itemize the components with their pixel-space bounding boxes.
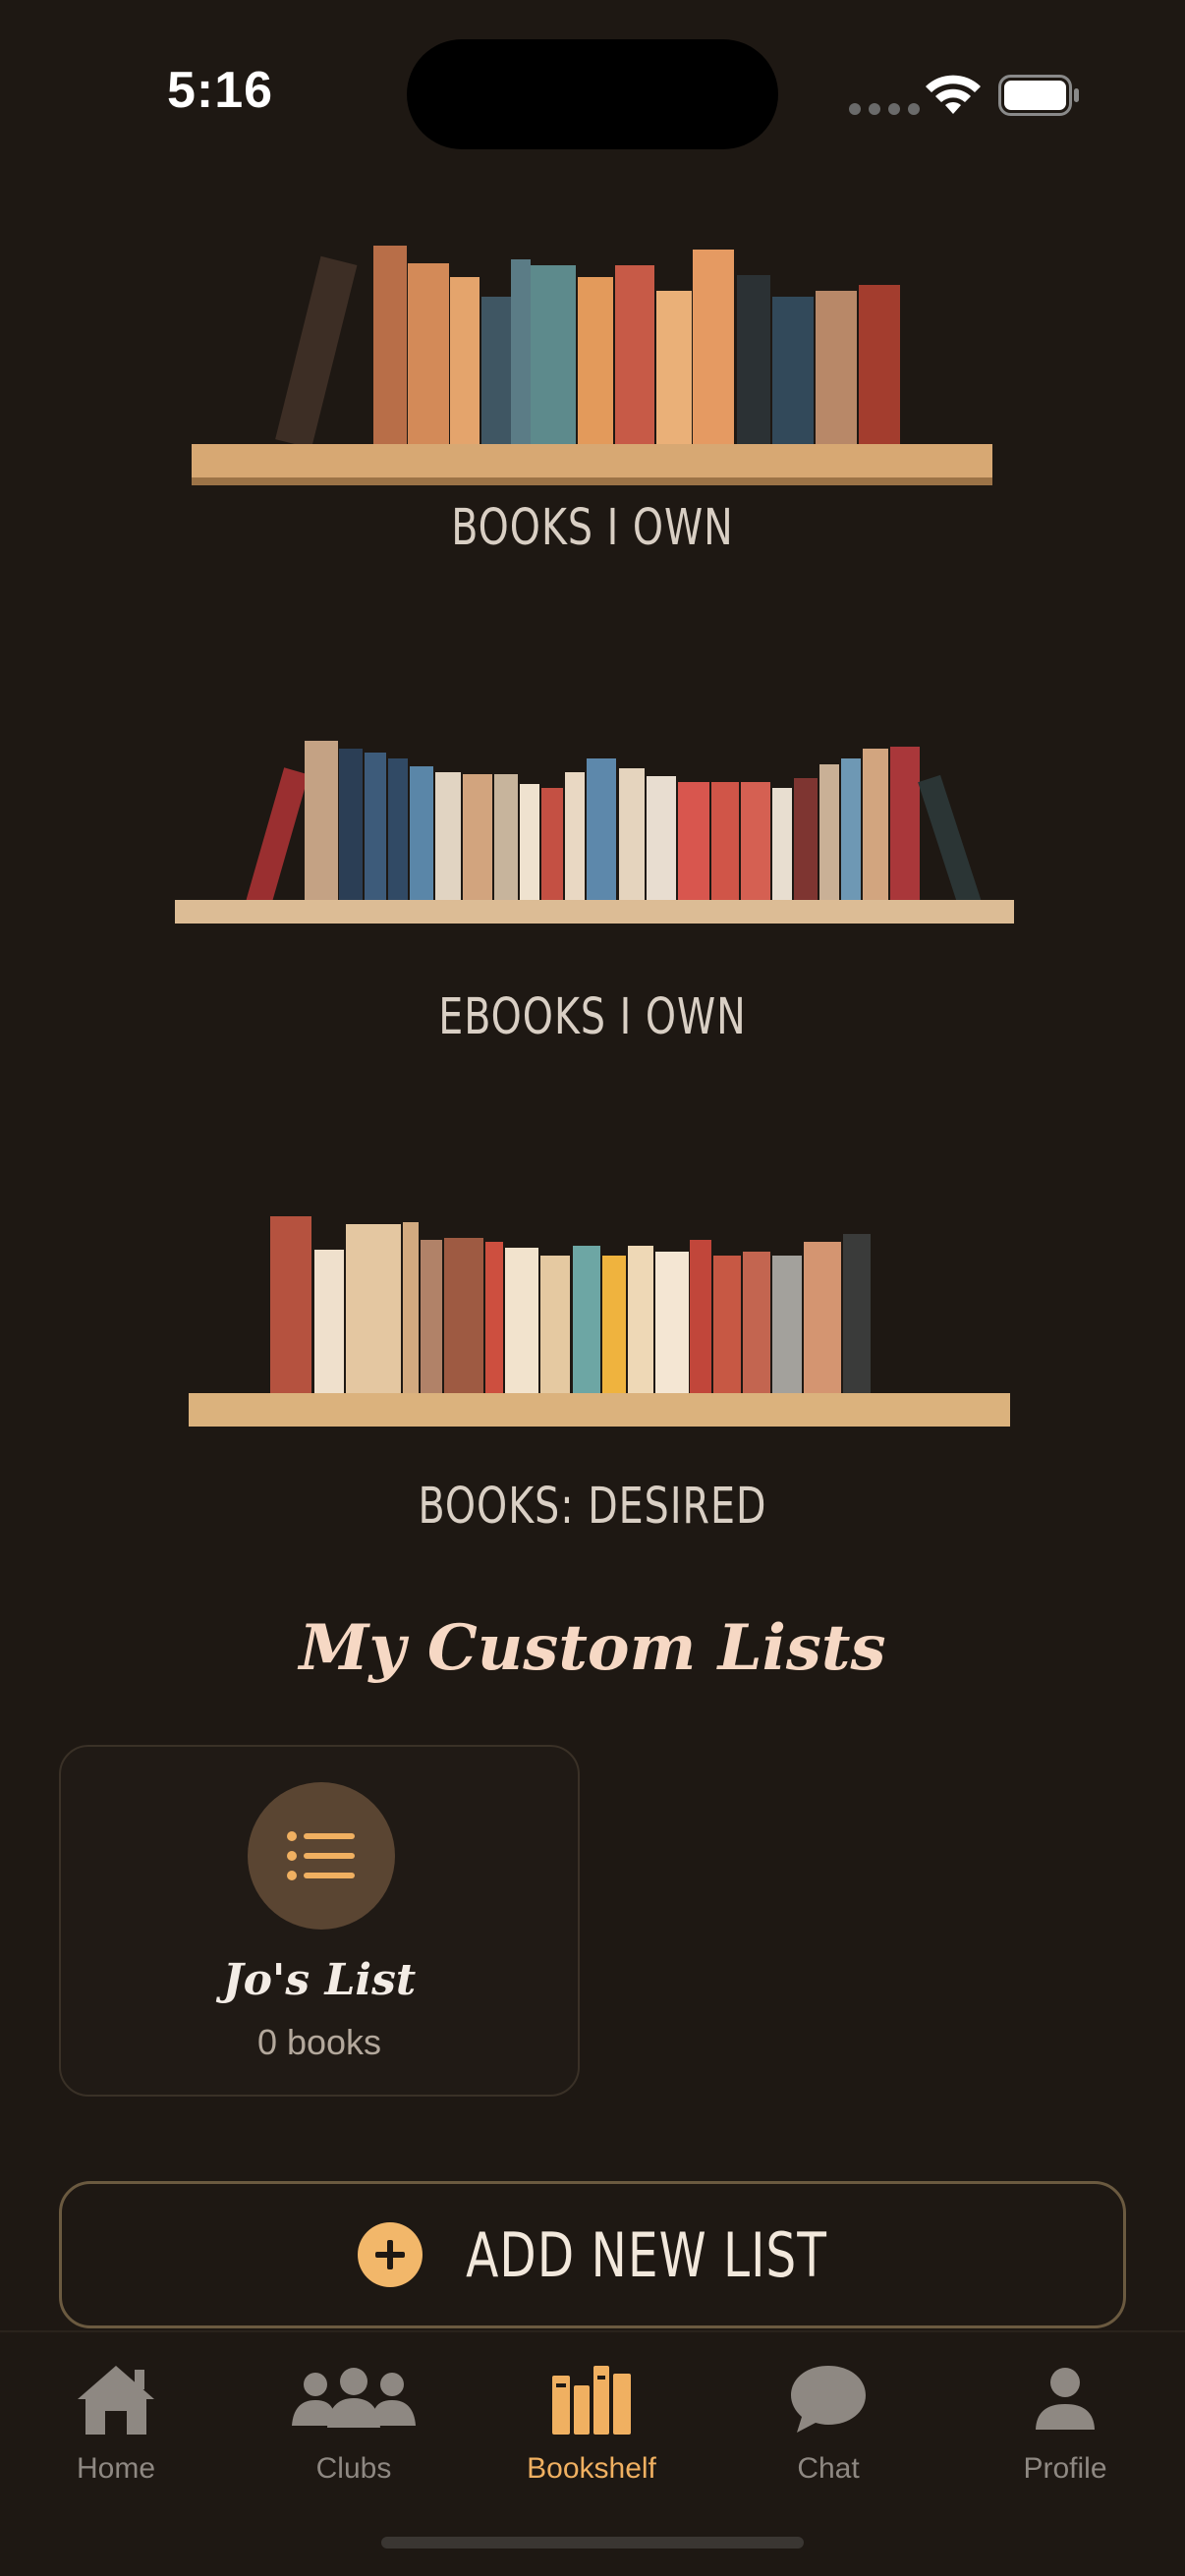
bookshelf-image: @: [175, 741, 1014, 924]
tab-label: Bookshelf: [527, 2452, 656, 2485]
tab-label: Home: [76, 2452, 156, 2485]
tab-profile[interactable]: Profile: [967, 2350, 1163, 2486]
battery-icon: [998, 75, 1079, 116]
bookshelf-image: [192, 246, 992, 485]
shelf-books-desired[interactable]: BOOKS: DESIRED: [0, 1179, 1185, 1552]
plus-icon: [358, 2222, 423, 2287]
add-new-list-button[interactable]: ADD NEW LIST: [59, 2181, 1126, 2328]
tab-chat[interactable]: Chat: [730, 2350, 927, 2486]
bookshelf-image: [189, 1216, 1010, 1427]
wifi-icon: [926, 75, 981, 114]
shelf-books-i-own[interactable]: BOOKS I OWN: [0, 196, 1185, 570]
shelf-ebooks-i-own[interactable]: @ EBOOKS I OWN: [0, 688, 1185, 1061]
custom-lists-title: My Custom Lists: [299, 1611, 886, 1685]
tab-bookshelf[interactable]: Bookshelf: [493, 2350, 690, 2486]
add-new-list-label: ADD NEW LIST: [466, 2218, 827, 2291]
books-icon: [552, 2366, 631, 2435]
home-indicator: [381, 2537, 804, 2548]
list-icon: [248, 1782, 395, 1930]
tab-clubs[interactable]: Clubs: [255, 2350, 452, 2486]
dynamic-island: [407, 39, 778, 149]
person-icon: [1036, 2368, 1095, 2430]
bookshelf-screen: 5:16 BOOKS I OWN EBOOKS I OWN BOOKS: DES…: [0, 0, 1185, 2576]
custom-list-card[interactable]: Jo's List 0 books: [59, 1745, 580, 2097]
list-book-count: 0 books: [256, 2022, 382, 2062]
house-icon: [78, 2366, 154, 2435]
people-icon: [292, 2368, 416, 2428]
tab-label: Clubs: [315, 2452, 392, 2485]
shelf-label: EBOOKS I OWN: [438, 988, 747, 1046]
tab-home[interactable]: Home: [18, 2350, 214, 2486]
tab-label: Profile: [1023, 2452, 1107, 2485]
cellular-signal-icon: [849, 103, 920, 115]
status-time: 5:16: [167, 62, 274, 119]
shelf-label: BOOKS: DESIRED: [418, 1478, 767, 1536]
chat-bubble-icon: [791, 2366, 866, 2433]
tab-label: Chat: [797, 2452, 860, 2485]
shelf-label: BOOKS I OWN: [451, 499, 734, 557]
list-name: Jo's List: [222, 1955, 417, 2005]
